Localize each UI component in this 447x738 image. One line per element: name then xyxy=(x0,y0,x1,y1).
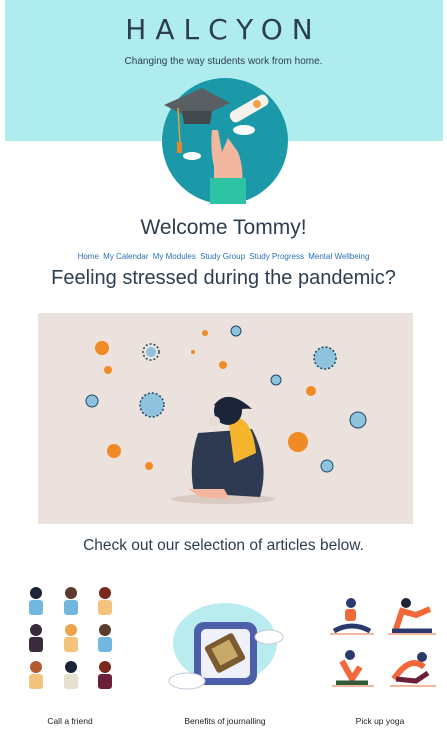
article-caption: Benefits of journalling xyxy=(184,716,266,726)
main-nav: Home My Calendar My Modules Study Group … xyxy=(0,252,447,261)
nav-my-calendar[interactable]: My Calendar xyxy=(103,252,148,261)
welcome-heading: Welcome Tommy! xyxy=(140,216,307,239)
nav-home[interactable]: Home xyxy=(78,252,99,261)
phone-call-icon xyxy=(29,587,112,689)
article-caption: Call a friend xyxy=(47,716,93,726)
yoga-icon xyxy=(330,598,436,687)
pick-up-yoga-article[interactable] xyxy=(324,585,444,705)
article-caption: Pick up yoga xyxy=(355,716,405,726)
stress-heading: Feeling stressed during the pandemic? xyxy=(51,267,396,289)
nav-study-progress[interactable]: Study Progress xyxy=(249,252,304,261)
brand-title: HALCYON xyxy=(125,13,322,46)
articles-subheading: Check out our selection of articles belo… xyxy=(83,537,364,554)
nav-my-modules[interactable]: My Modules xyxy=(153,252,196,261)
journal-icon xyxy=(168,603,284,690)
graduation-logo xyxy=(162,78,288,204)
stressed-student-illustration xyxy=(38,313,413,524)
call-a-friend-article[interactable] xyxy=(16,585,136,705)
nav-study-group[interactable]: Study Group xyxy=(200,252,245,261)
journalling-article[interactable] xyxy=(165,585,285,705)
tagline: Changing the way students work from home… xyxy=(124,56,323,67)
nav-mental-wellbeing[interactable]: Mental Wellbeing xyxy=(308,252,369,261)
